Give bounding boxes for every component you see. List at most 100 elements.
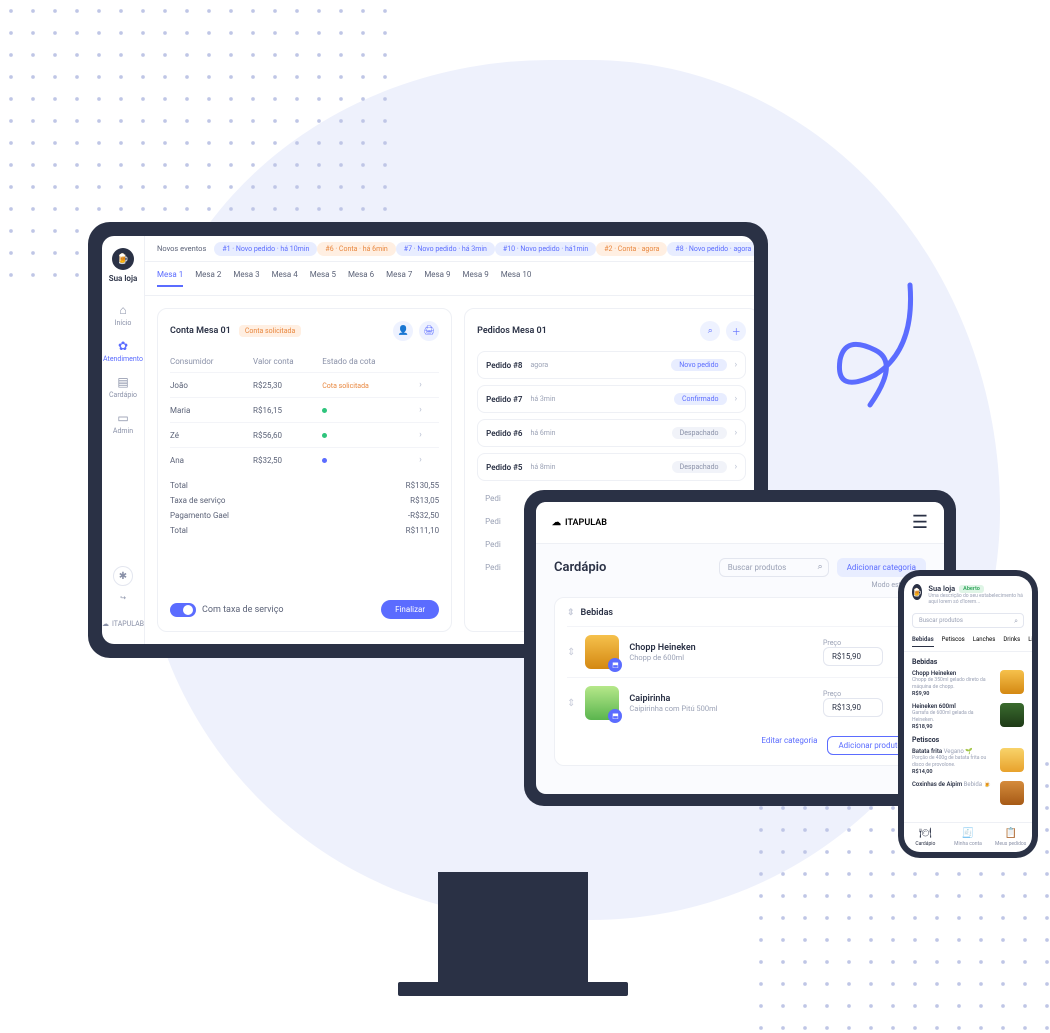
- product-desc: Caipirinha com Pitú 500ml: [629, 704, 717, 713]
- drag-handle-icon[interactable]: ⇕: [567, 608, 575, 618]
- product-name: Chopp Heineken: [629, 643, 695, 653]
- logout-button[interactable]: ↪: [120, 594, 126, 602]
- phone-product-item[interactable]: Chopp HeinekenChopp de 350ml gelado dire…: [912, 670, 1024, 697]
- event-pill[interactable]: #7 · Novo pedido · há 3min: [396, 242, 495, 256]
- finalize-button[interactable]: Finalizar: [381, 600, 439, 619]
- consumer-value: R$25,30: [253, 381, 322, 390]
- total-row: Pagamento Gael-R$32,50: [170, 508, 439, 523]
- tab-mesa[interactable]: Mesa 4: [272, 270, 298, 287]
- bill-title: Conta Mesa 01: [170, 326, 231, 336]
- tab-mesa[interactable]: Mesa 3: [233, 270, 259, 287]
- product-row[interactable]: ⇕⬒CaipirinhaCaipirinha com Pitú 500mlPre…: [567, 677, 913, 728]
- hamburger-menu[interactable]: ☰: [912, 512, 928, 533]
- product-desc: Chopp de 600ml: [629, 653, 695, 662]
- event-pill[interactable]: #10 · Novo pedido · há1min: [495, 242, 596, 256]
- tab-mesa[interactable]: Mesa 7: [386, 270, 412, 287]
- tablet-brand: ☁ITAPULAB: [552, 518, 607, 528]
- phone-nav-item[interactable]: 📋Meus pedidos: [989, 823, 1032, 852]
- consumer-value: R$32,50: [253, 456, 322, 465]
- print-button[interactable]: 🖨: [419, 321, 439, 341]
- chevron-right-icon[interactable]: ›: [419, 405, 439, 415]
- phone-category-tab[interactable]: Bebidas: [912, 636, 934, 647]
- sidebar-item-atendimento[interactable]: ✿ Atendimento: [102, 333, 144, 369]
- price-input[interactable]: R$15,90: [823, 647, 883, 666]
- phone-product-item[interactable]: Batata frita Vegano 🌱Porção de 400g de b…: [912, 748, 1024, 775]
- order-time: há 6min: [530, 429, 555, 437]
- open-badge: Aberto: [959, 585, 984, 593]
- bill-row[interactable]: JoãoR$25,30Cota solicitada›: [170, 372, 439, 397]
- event-pill[interactable]: #6 · Conta · há 6min: [317, 242, 395, 256]
- event-pill[interactable]: #2 · Conta · agora: [596, 242, 667, 256]
- order-row[interactable]: Pedido #6há 6minDespachado›: [477, 419, 746, 447]
- bill-row[interactable]: ZéR$56,60›: [170, 422, 439, 447]
- status-dot-green: [322, 433, 327, 438]
- phone-category-tab[interactable]: Petiscos: [942, 636, 965, 647]
- sidebar-footer: ☁ITAPULAB: [102, 616, 144, 632]
- order-row[interactable]: Pedido #7há 3minConfirmado›: [477, 385, 746, 413]
- phone-nav-icon: 📋: [1004, 828, 1016, 839]
- phone-nav-item[interactable]: 🧾Minha conta: [947, 823, 990, 852]
- search-products-input[interactable]: Buscar produtos: [719, 558, 829, 577]
- tab-mesa[interactable]: Mesa 2: [195, 270, 221, 287]
- edit-category-link[interactable]: Editar categoria: [761, 736, 817, 755]
- phone-category-tab[interactable]: Lanches: [973, 636, 996, 647]
- tab-mesa[interactable]: Mesa 5: [310, 270, 336, 287]
- product-image: ⬒: [585, 635, 619, 669]
- service-fee-toggle[interactable]: [170, 603, 196, 617]
- phone-section-title: Bebidas: [912, 658, 1024, 666]
- add-consumer-button[interactable]: 👤: [393, 321, 413, 341]
- consumer-name: Zé: [170, 431, 253, 440]
- phone-category-tab[interactable]: Drinks: [1003, 636, 1020, 647]
- phone-category-tab[interactable]: Lic: [1028, 636, 1032, 647]
- total-row: TotalR$130,55: [170, 478, 439, 493]
- search-orders-button[interactable]: ⌕: [700, 321, 720, 341]
- order-id: Pedido #7: [486, 395, 522, 404]
- drag-handle-icon[interactable]: ⇕: [567, 647, 575, 658]
- product-row[interactable]: ⇕ ⬒ Chopp HeinekenChopp de 600ml PreçoR$15,…: [567, 626, 913, 677]
- sidebar-item-admin[interactable]: ▭ Admin: [102, 405, 144, 441]
- consumer-name: Ana: [170, 456, 253, 465]
- order-row[interactable]: Pedido #8agoraNovo pedido›: [477, 351, 746, 379]
- store-label: Sua loja: [109, 274, 138, 283]
- chevron-right-icon[interactable]: ›: [419, 430, 439, 440]
- drag-handle-icon[interactable]: ⇕: [567, 698, 575, 709]
- sidebar-item-inicio[interactable]: ⌂ Início: [102, 297, 144, 333]
- lock-badge-icon: ⬒: [608, 709, 622, 723]
- tab-mesa[interactable]: Mesa 6: [348, 270, 374, 287]
- tab-mesa[interactable]: Mesa 9: [424, 270, 450, 287]
- chevron-right-icon[interactable]: ›: [419, 455, 439, 465]
- phone-item-thumb: [1000, 670, 1024, 694]
- bill-table-head: Consumidor Valor conta Estado da cota: [170, 351, 439, 372]
- consumer-name: João: [170, 381, 253, 390]
- bill-row[interactable]: MariaR$16,15›: [170, 397, 439, 422]
- event-pill[interactable]: #8 · Novo pedido · agora: [667, 242, 754, 256]
- service-icon: ✿: [118, 339, 128, 353]
- phone-product-item[interactable]: Coxinhas de Aipim Bebida 🍺: [912, 781, 1024, 805]
- tablet-top-row: Cardápio Buscar produtos ⌕ Adicionar cat…: [554, 558, 926, 577]
- search-icon: ⌕: [818, 562, 823, 572]
- theme-toggle[interactable]: ✱: [113, 566, 133, 586]
- phone-nav-item[interactable]: 🍽Cardápio: [904, 823, 947, 852]
- phone-store-subtitle: Uma descrição do seu estabelecimento há …: [928, 593, 1024, 605]
- add-order-button[interactable]: ＋: [726, 321, 746, 341]
- event-pill[interactable]: #1 · Novo pedido · há 10min: [214, 242, 317, 256]
- total-label: Pagamento Gael: [170, 511, 229, 520]
- bill-card-head: Conta Mesa 01 Conta solicitada 👤 🖨: [170, 321, 439, 341]
- phone-search-input[interactable]: Buscar produtos⌕: [912, 613, 1024, 628]
- bill-row[interactable]: AnaR$32,50 ›: [170, 447, 439, 472]
- order-row[interactable]: Pedido #5há 8minDespachado›: [477, 453, 746, 481]
- sidebar-item-cardapio[interactable]: ▤ Cardápio: [102, 369, 144, 405]
- chevron-right-icon[interactable]: ›: [419, 380, 439, 390]
- phone-item-name: Chopp Heineken: [912, 670, 994, 677]
- product-price-block: PreçoR$15,90: [823, 639, 883, 666]
- category-head: ⇕Bebidas: [567, 608, 913, 618]
- tablet-frame: ☁ITAPULAB ☰ Cardápio Buscar produtos ⌕ A…: [524, 490, 956, 806]
- phone-item-price: R$18,90: [912, 724, 994, 730]
- tab-mesa[interactable]: Mesa 9: [463, 270, 489, 287]
- phone-product-item[interactable]: Heineken 600mlGarrafa de 600ml gelada da…: [912, 703, 1024, 730]
- tab-mesa[interactable]: Mesa 10: [501, 270, 532, 287]
- logout-icon: ↪: [120, 594, 126, 602]
- tab-mesa[interactable]: Mesa 1: [157, 270, 183, 287]
- price-input[interactable]: R$13,90: [823, 698, 883, 717]
- chevron-right-icon: ›: [735, 394, 738, 404]
